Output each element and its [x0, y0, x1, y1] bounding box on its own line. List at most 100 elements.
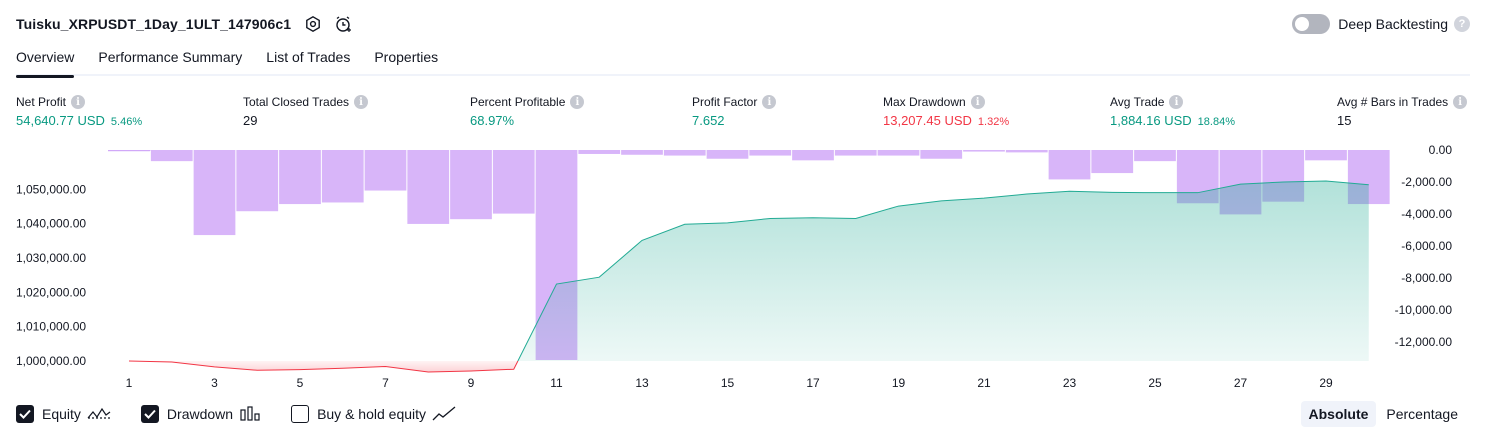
- x-axis-tick: 5: [297, 376, 304, 390]
- metric-total-closed-trades: Total Closed Trades i 29: [243, 94, 369, 129]
- strategy-name: Tuisku_XRPUSDT_1Day_1ULT_147906c1: [16, 16, 292, 32]
- x-axis-tick: 27: [1234, 376, 1248, 390]
- right-axis-tick: -2,000.00: [1401, 175, 1452, 189]
- absolute-button[interactable]: Absolute: [1300, 401, 1377, 427]
- x-axis-tick: 11: [550, 376, 563, 390]
- settings-icon[interactable]: [301, 12, 325, 36]
- drawdown-bar: [364, 150, 407, 191]
- metric-value: 68.97%: [470, 113, 515, 128]
- info-icon[interactable]: i: [354, 95, 369, 109]
- buy-hold-line-icon: [432, 406, 456, 422]
- metric-profit-factor: Profit Factor i 7.652: [692, 94, 777, 129]
- drawdown-bar: [663, 150, 706, 156]
- metric-value: 54,640.77 USD: [16, 113, 105, 128]
- x-axis-tick: 23: [1063, 376, 1077, 390]
- drawdown-bar: [1005, 150, 1048, 153]
- drawdown-bar: [108, 150, 150, 152]
- drawdown-bar: [407, 150, 450, 224]
- left-axis-tick: 1,020,000.00: [16, 285, 86, 299]
- x-axis-tick: 13: [635, 376, 649, 390]
- drawdown-bar: [492, 150, 535, 214]
- x-axis-tick: 15: [721, 376, 735, 390]
- equity-area: [129, 181, 1369, 372]
- metric-label: Percent Profitable: [470, 95, 566, 109]
- equity-loss-area: [129, 361, 518, 372]
- metric-percent: 18.84%: [1197, 116, 1235, 128]
- metric-label: Profit Factor: [692, 95, 758, 109]
- metric-label: Net Profit: [16, 95, 67, 109]
- metric-label: Max Drawdown: [883, 95, 966, 109]
- metric-value: 7.652: [692, 113, 725, 128]
- left-axis-tick: 1,040,000.00: [16, 217, 86, 231]
- equity-drawdown-chart[interactable]: 1,000,000.00 1,010,000.00 1,020,000.00 1,03…: [0, 140, 1486, 396]
- drawdown-bars-icon: [239, 406, 261, 422]
- percentage-button[interactable]: Percentage: [1378, 401, 1466, 427]
- x-axis-tick: 1: [126, 376, 133, 390]
- drawdown-bar: [792, 150, 834, 161]
- deep-backtesting-label: Deep Backtesting: [1338, 16, 1448, 32]
- metric-label: Avg # Bars in Trades: [1337, 95, 1449, 109]
- metric-net-profit: Net Profit i 54,640.77 USD 5.46%: [16, 94, 142, 129]
- drawdown-bar: [236, 150, 279, 212]
- legend-label: Drawdown: [166, 406, 234, 422]
- metric-percent: 5.46%: [110, 116, 143, 128]
- metric-label: Avg Trade: [1110, 95, 1165, 109]
- info-icon[interactable]: i: [970, 95, 985, 109]
- drawdown-bar: [1091, 150, 1134, 174]
- drawdown-bar: [1305, 150, 1347, 161]
- equity-line-icon: [87, 406, 111, 422]
- legend-label: Equity: [42, 406, 81, 422]
- x-axis-tick: 25: [1148, 376, 1162, 390]
- strategy-header: Tuisku_XRPUSDT_1Day_1ULT_147906c1: [16, 12, 355, 36]
- tab-overview[interactable]: Overview: [16, 44, 75, 78]
- metrics-row: Net Profit i 54,640.77 USD 5.46% Total Clo…: [0, 94, 1486, 134]
- info-icon[interactable]: i: [71, 95, 86, 109]
- x-axis-tick: 9: [468, 376, 475, 390]
- info-icon[interactable]: i: [762, 95, 777, 109]
- metric-value: 15: [1337, 113, 1352, 128]
- drawdown-bar: [920, 150, 963, 159]
- drawdown-bar: [193, 150, 236, 236]
- right-axis-tick: -6,000.00: [1401, 239, 1452, 253]
- drawdown-checkbox[interactable]: [140, 405, 159, 423]
- drawdown-bar: [450, 150, 492, 220]
- drawdown-bar: [321, 150, 364, 203]
- drawdown-bar: [834, 150, 877, 156]
- legend-equity[interactable]: Equity: [16, 405, 111, 423]
- x-axis-tick: 29: [1319, 376, 1333, 390]
- drawdown-bar: [706, 150, 749, 159]
- info-icon[interactable]: i: [1453, 95, 1468, 109]
- left-axis-tick: 1,010,000.00: [16, 320, 86, 334]
- x-axis-tick: 19: [892, 376, 906, 390]
- right-axis-tick: -8,000.00: [1401, 271, 1452, 285]
- equity-checkbox[interactable]: [16, 405, 34, 423]
- info-icon[interactable]: i: [1169, 95, 1184, 109]
- help-icon[interactable]: ?: [1454, 16, 1470, 32]
- drawdown-bar: [150, 150, 193, 162]
- drawdown-bar: [963, 150, 1005, 152]
- right-axis: 0.00 -2,000.00 -4,000.00 -6,000.00 -8,000.00…: [1395, 143, 1453, 349]
- tab-performance-summary[interactable]: Performance Summary: [98, 44, 242, 76]
- metric-value: 1,884.16 USD: [1110, 113, 1192, 128]
- x-axis-tick: 21: [977, 376, 991, 390]
- metric-value: 29: [243, 113, 258, 128]
- metric-label: Total Closed Trades: [243, 95, 350, 109]
- equity-profit-area: [517, 181, 1369, 361]
- legend-buy-hold[interactable]: Buy & hold equity: [291, 405, 456, 423]
- metric-value: 13,207.45 USD: [883, 113, 972, 128]
- drawdown-bar: [1134, 150, 1176, 162]
- left-axis: 1,000,000.00 1,010,000.00 1,020,000.00 1,03…: [16, 182, 86, 368]
- legend-drawdown[interactable]: Drawdown: [140, 405, 261, 423]
- drawdown-bar: [877, 150, 920, 156]
- deep-backtesting-toggle[interactable]: [1292, 14, 1331, 34]
- add-alert-icon[interactable]: [331, 12, 355, 36]
- tab-list-of-trades[interactable]: List of Trades: [266, 44, 350, 76]
- metric-max-drawdown: Max Drawdown i 13,207.45 USD 1.32%: [883, 94, 1009, 129]
- x-axis-tick: 3: [211, 376, 218, 390]
- info-icon[interactable]: i: [570, 95, 585, 109]
- metric-avg-bars: Avg # Bars in Trades i 15: [1337, 94, 1468, 129]
- buy-hold-checkbox[interactable]: [291, 405, 310, 423]
- tab-properties[interactable]: Properties: [374, 44, 438, 76]
- drawdown-bar: [621, 150, 663, 155]
- metric-percent: 1.32%: [977, 116, 1010, 128]
